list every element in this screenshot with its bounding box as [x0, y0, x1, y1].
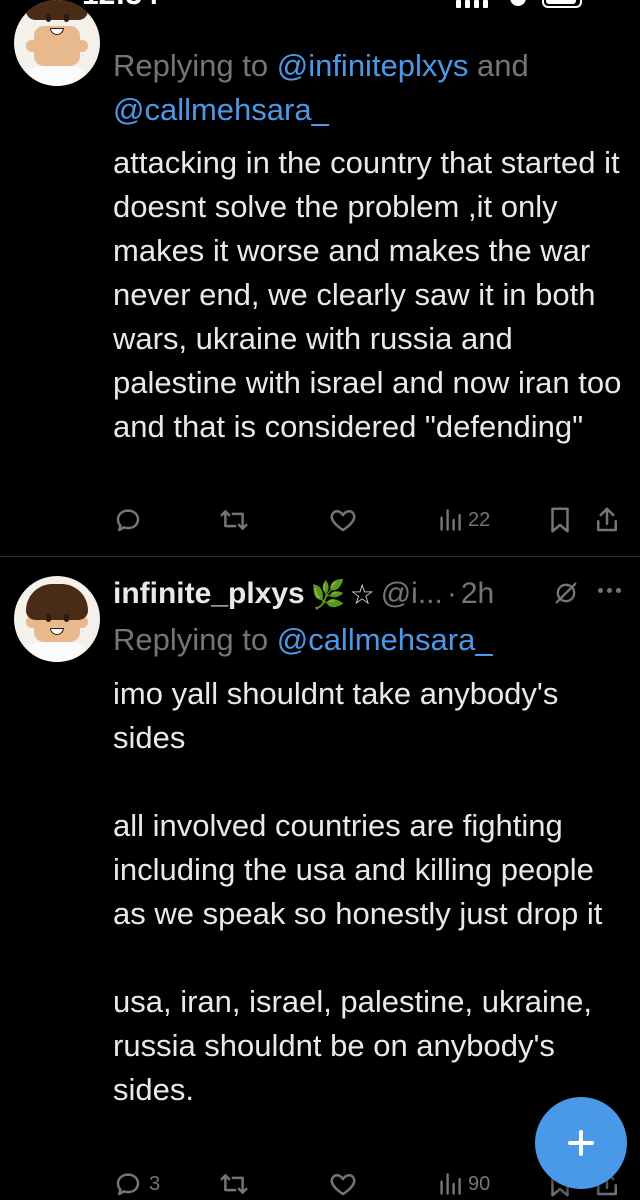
tweet-timestamp[interactable]: 2h [461, 577, 494, 611]
share-button[interactable] [594, 502, 620, 538]
replying-to: Replying to @callmehsara_ [113, 618, 623, 662]
bookmark-button[interactable] [547, 502, 573, 538]
author-handle[interactable]: @i... [381, 577, 443, 611]
dot-separator: · [446, 577, 457, 610]
reply-button[interactable]: 3 [113, 1166, 160, 1200]
views-icon [440, 509, 461, 531]
leaf-emoji-badge: 🌿 [310, 578, 346, 610]
repost-icon [220, 510, 248, 530]
views-count: 22 [468, 508, 491, 531]
reply-count: 3 [149, 1172, 161, 1195]
avatar-icon[interactable] [14, 0, 100, 86]
reply-icon [116, 509, 140, 532]
mention-link[interactable]: @callmehsara_ [113, 92, 329, 127]
views-button[interactable]: 22 [438, 502, 490, 538]
like-button[interactable] [328, 502, 364, 538]
repost-icon [220, 1174, 248, 1194]
tweet-header: infinite_plxys 🌿 ☆ @i... · 2h [113, 574, 494, 614]
author-name[interactable]: infinite_plxys [113, 577, 305, 611]
reply-button[interactable] [113, 502, 149, 538]
mention-link[interactable]: @callmehsara_ [277, 622, 493, 657]
tweet-actions: 22 [0, 502, 640, 538]
heart-icon [330, 510, 356, 532]
repost-button[interactable] [218, 502, 256, 538]
tweet-text: attacking in the country that started it… [113, 145, 622, 444]
views-button[interactable]: 90 [438, 1166, 490, 1200]
views-icon [440, 1173, 461, 1195]
tweet-reply-1[interactable]: Replying to @infiniteplxys and @callmehsa… [0, 0, 640, 557]
replying-to: Replying to @infiniteplxys and @callmehsa… [113, 44, 623, 132]
grok-icon[interactable] [552, 579, 580, 607]
tweet-reply-2[interactable]: infinite_plxys 🌿 ☆ @i... · 2h Replying t… [0, 558, 640, 1200]
views-count: 90 [468, 1172, 491, 1195]
replying-prefix: Replying to [113, 622, 277, 657]
tweet-text: imo yall shouldnt take anybody's sides a… [113, 676, 603, 1107]
more-options-icon[interactable] [598, 588, 621, 593]
bookmark-icon [551, 507, 569, 533]
share-icon [597, 507, 617, 532]
repost-button[interactable] [218, 1166, 256, 1200]
avatar-icon[interactable] [14, 576, 100, 662]
mention-link[interactable]: @infiniteplxys [277, 48, 469, 83]
reply-icon [116, 1173, 140, 1196]
star-icon: ☆ [349, 578, 375, 610]
replying-joiner: and [468, 48, 529, 83]
like-button[interactable] [328, 1166, 364, 1200]
replying-prefix: Replying to [113, 48, 277, 83]
heart-icon [330, 1174, 356, 1196]
compose-button[interactable] [535, 1097, 627, 1189]
